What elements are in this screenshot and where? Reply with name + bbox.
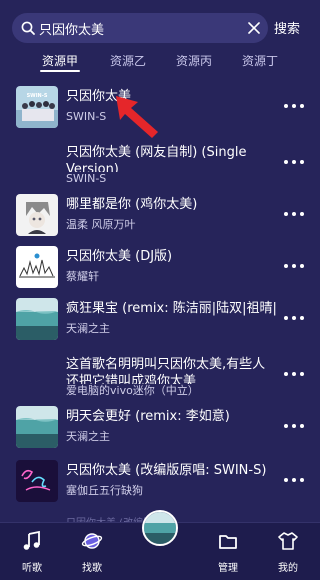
nav-label: 我的 — [278, 563, 298, 574]
song-title: 只因你太美 (DJ版) — [66, 249, 173, 264]
more-options-icon[interactable] — [284, 416, 306, 436]
song-title: 明天会更好 (remix: 李如意) — [66, 409, 230, 424]
song-title: 只因你太美 (改编版原唱: SWIN-S) — [66, 463, 267, 478]
album-cover — [16, 246, 58, 288]
song-row[interactable]: 只因你太美 (网友自制) (Single Version) SWIN-S — [0, 138, 320, 190]
album-cover — [16, 406, 58, 448]
song-artist: 温柔 风原万叶 — [66, 218, 136, 231]
tab-source-b[interactable]: 资源乙 — [98, 52, 158, 69]
song-row[interactable]: 明天会更好 (remix: 李如意) 天澜之主 — [0, 402, 320, 454]
album-cover — [16, 194, 58, 236]
more-options-icon[interactable] — [284, 96, 306, 116]
search-box[interactable]: 只因你太美 — [12, 13, 268, 43]
nav-listen[interactable]: 听歌 — [4, 523, 60, 580]
song-artist: SWIN-S — [66, 172, 276, 186]
tab-source-d[interactable]: 资源丁 — [230, 52, 290, 69]
tab-source-c[interactable]: 资源丙 — [164, 52, 224, 69]
more-options-icon[interactable] — [284, 204, 306, 224]
song-artist: 天澜之主 — [66, 430, 110, 443]
tab-source-a[interactable]: 资源甲 — [30, 52, 90, 69]
song-artist: 天澜之主 — [66, 322, 110, 335]
song-row[interactable]: 这首歌名明明叫只因你太美,有些人还把它错叫成鸡你太美 爱电脑的vivo迷你（中立… — [0, 350, 320, 402]
shirt-icon — [278, 532, 298, 550]
song-row[interactable]: 只因你太美 (改编版原唱: SWIN-S) 塞伽丘五行缺狗 — [0, 456, 320, 508]
nav-label: 听歌 — [22, 563, 42, 574]
song-artist: 蔡耀轩 — [66, 270, 99, 283]
active-tab-indicator — [40, 70, 80, 72]
more-options-icon[interactable] — [284, 364, 306, 384]
clear-icon[interactable] — [246, 20, 262, 36]
nav-find[interactable]: 找歌 — [64, 523, 120, 580]
album-cover — [16, 460, 58, 502]
song-row[interactable]: 只因你太美 (DJ版) 蔡耀轩 — [0, 242, 320, 294]
nav-label: 找歌 — [82, 563, 102, 574]
search-icon — [21, 21, 35, 35]
more-options-icon[interactable] — [284, 308, 306, 328]
song-title: 只因你太美 (网友自制) (Single Version) — [66, 145, 247, 174]
music-note-icon — [23, 530, 40, 550]
more-options-icon[interactable] — [284, 470, 306, 490]
song-artist: 塞伽丘五行缺狗 — [66, 484, 143, 497]
search-button[interactable]: 搜索 — [274, 18, 300, 37]
song-row[interactable]: 哪里都是你 (鸡你太美) 温柔 风原万叶 — [0, 190, 320, 242]
search-header: 只因你太美 搜索 — [0, 0, 320, 50]
more-options-icon[interactable] — [284, 256, 306, 276]
planet-icon — [81, 533, 103, 549]
nav-mine[interactable]: 我的 — [260, 523, 316, 580]
now-playing-cover[interactable] — [142, 510, 178, 546]
song-row[interactable]: 疯狂果宝 (remix: 陈洁丽|陆双|祖晴| 天澜之主 — [0, 294, 320, 346]
more-options-icon[interactable] — [284, 152, 306, 172]
album-cover: SWIN-S — [16, 86, 58, 128]
nav-manage[interactable]: 管理 — [200, 523, 256, 580]
song-title: 这首歌名明明叫只因你太美,有些人还把它错叫成鸡你太美 — [66, 357, 266, 386]
song-artist: 爱电脑的vivo迷你（中立） — [66, 384, 276, 398]
svg-text:SWIN-S: SWIN-S — [27, 93, 48, 99]
search-input[interactable]: 只因你太美 — [39, 19, 104, 38]
song-title: 疯狂果宝 (remix: 陈洁丽|陆双|祖晴| — [66, 301, 276, 316]
album-cover — [16, 298, 58, 340]
song-title: 哪里都是你 (鸡你太美) — [66, 197, 198, 212]
folder-icon — [219, 535, 237, 549]
source-tabs: 资源甲 资源乙 资源丙 资源丁 — [0, 50, 320, 72]
nav-label: 管理 — [218, 563, 238, 574]
song-title: 只因你太美 — [66, 89, 132, 104]
song-artist: SWIN-S — [66, 110, 107, 123]
pointer-arrow-icon — [116, 96, 158, 138]
